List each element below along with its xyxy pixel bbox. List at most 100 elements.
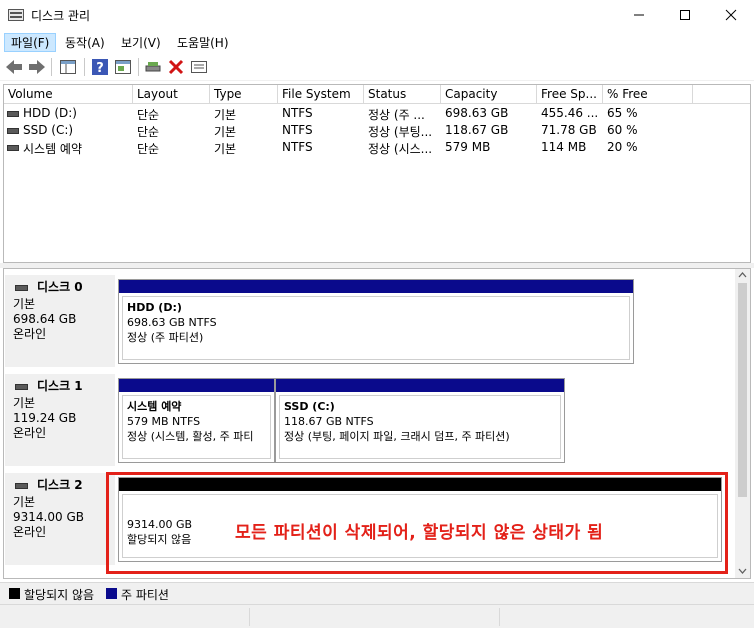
disk-type: 기본 <box>13 495 36 509</box>
table-row[interactable]: 시스템 예약 단순 기본 NTFS 정상 (시스... 579 MB 114 M… <box>4 139 750 156</box>
column-header-type[interactable]: Type <box>210 85 278 104</box>
partition-size: 118.67 GB NTFS <box>284 415 374 428</box>
close-button[interactable] <box>708 0 754 30</box>
disk-row: 디스크 1 기본 119.24 GB 온라인 시스템 예약 579 MB NTF… <box>4 370 735 466</box>
volume-type: 기본 <box>214 142 237 156</box>
back-arrow-icon[interactable] <box>4 57 24 77</box>
disk-icon <box>15 285 28 291</box>
volume-layout: 단순 <box>137 108 160 122</box>
volume-icon <box>7 111 19 117</box>
volume-percent-free: 65 % <box>607 106 638 120</box>
disk-state: 온라인 <box>13 525 47 539</box>
partition-status: 정상 (부팅, 페이지 파일, 크래시 덤프, 주 파티션) <box>284 430 510 443</box>
column-header-capacity[interactable]: Capacity <box>441 85 537 104</box>
table-row[interactable]: SSD (C:) 단순 기본 NTFS 정상 (부팅... 118.67 GB … <box>4 122 750 139</box>
disk-size: 119.24 GB <box>13 411 77 425</box>
minimize-icon <box>634 14 644 16</box>
menu-view[interactable]: 보기(V) <box>115 33 167 52</box>
show-hide-console-tree-icon[interactable] <box>58 57 78 77</box>
action-pane-icon[interactable] <box>113 57 133 77</box>
help-icon[interactable]: ? <box>90 57 110 77</box>
status-cell <box>250 608 500 626</box>
partition-name: HDD (D:) <box>127 301 182 314</box>
volume-free-space: 114 MB <box>541 140 587 154</box>
column-header-filler <box>693 85 750 104</box>
menu-file[interactable]: 파일(F) <box>4 33 57 52</box>
volume-status: 정상 (부팅... <box>368 125 433 139</box>
legend-primary-label: 주 파티션 <box>121 588 169 602</box>
volume-list: Volume Layout Type File System Status Ca… <box>3 84 751 263</box>
disk-row: 디스크 0 기본 698.64 GB 온라인 HDD (D:) 698.63 G… <box>4 271 735 367</box>
volume-name: HDD (D:) <box>23 106 77 120</box>
legend-unallocated-swatch <box>9 588 20 599</box>
legend-unallocated-label: 할당되지 않음 <box>24 588 95 602</box>
disk-state: 온라인 <box>13 426 47 440</box>
volume-name: 시스템 예약 <box>23 142 83 156</box>
volume-capacity: 118.67 GB <box>445 123 509 137</box>
volume-percent-free: 60 % <box>607 123 638 137</box>
volume-percent-free: 20 % <box>607 140 638 154</box>
menu-bar: 파일(F) 동작(A) 보기(V) 도움말(H) <box>0 31 754 53</box>
primary-partition-bar <box>119 379 274 392</box>
window-title: 디스크 관리 <box>31 9 91 23</box>
volume-status: 정상 (시스... <box>368 142 433 156</box>
disk-icon <box>15 483 28 489</box>
table-row[interactable]: HDD (D:) 단순 기본 NTFS 정상 (주 ... 698.63 GB … <box>4 105 750 122</box>
partition-size: 698.63 GB NTFS <box>127 316 217 329</box>
volume-file-system: NTFS <box>282 123 313 137</box>
scroll-up-arrow-icon[interactable] <box>738 272 747 278</box>
toolbar-separator <box>138 58 139 76</box>
volume-name: SSD (C:) <box>23 123 74 137</box>
properties-icon[interactable] <box>189 57 209 77</box>
disk-type: 기본 <box>13 396 36 410</box>
disk-state: 온라인 <box>13 327 47 341</box>
scrollbar-thumb[interactable] <box>738 283 747 497</box>
disk-management-app-icon <box>8 9 24 21</box>
volume-layout: 단순 <box>137 125 160 139</box>
scroll-down-arrow-icon[interactable] <box>738 568 747 574</box>
toolbar-separator <box>84 58 85 76</box>
minimize-button[interactable] <box>616 0 662 30</box>
legend-primary-swatch <box>106 588 117 599</box>
primary-partition-bar <box>276 379 564 392</box>
column-header-layout[interactable]: Layout <box>133 85 210 104</box>
maximize-button[interactable] <box>662 0 708 30</box>
volume-type: 기본 <box>214 108 237 122</box>
volume-free-space: 455.46 ... <box>541 106 599 120</box>
menu-help[interactable]: 도움말(H) <box>171 33 235 52</box>
partition-ssd-c[interactable]: SSD (C:) 118.67 GB NTFS 정상 (부팅, 페이지 파일, … <box>275 378 565 463</box>
delete-icon[interactable] <box>166 57 186 77</box>
partition-status: 정상 (주 파티션) <box>127 331 204 344</box>
column-header-percent-free[interactable]: % Free <box>603 85 693 104</box>
disk-size: 698.64 GB <box>13 312 77 326</box>
menu-action[interactable]: 동작(A) <box>59 33 111 52</box>
disk-label[interactable]: 디스크 0 기본 698.64 GB 온라인 <box>5 275 115 367</box>
close-icon <box>725 9 737 21</box>
column-header-volume[interactable]: Volume <box>4 85 133 104</box>
volume-free-space: 71.78 GB <box>541 123 597 137</box>
volume-capacity: 579 MB <box>445 140 491 154</box>
disk-label[interactable]: 디스크 1 기본 119.24 GB 온라인 <box>5 374 115 466</box>
disk-type: 기본 <box>13 297 36 311</box>
volume-file-system: NTFS <box>282 106 313 120</box>
volume-file-system: NTFS <box>282 140 313 154</box>
primary-partition-bar <box>119 280 633 293</box>
partition-name: 시스템 예약 <box>127 400 182 413</box>
column-header-status[interactable]: Status <box>364 85 441 104</box>
disk-label[interactable]: 디스크 2 기본 9314.00 GB 온라인 <box>5 473 115 565</box>
legend-bar: 할당되지 않음 주 파티션 <box>0 582 754 604</box>
partition-system-reserved[interactable]: 시스템 예약 579 MB NTFS 정상 (시스템, 활성, 주 파티 <box>118 378 275 463</box>
partition-hdd-d[interactable]: HDD (D:) 698.63 GB NTFS 정상 (주 파티션) <box>118 279 634 364</box>
column-header-free-space[interactable]: Free Sp... <box>537 85 603 104</box>
column-header-file-system[interactable]: File System <box>278 85 364 104</box>
disk-name: 디스크 2 <box>37 478 83 492</box>
status-bar <box>0 604 754 628</box>
vertical-scrollbar[interactable] <box>735 269 750 578</box>
disk-name: 디스크 1 <box>37 379 83 393</box>
forward-arrow-icon[interactable] <box>27 57 47 77</box>
connect-disk-icon[interactable] <box>143 57 163 77</box>
title-bar: 디스크 관리 <box>0 0 754 31</box>
toolbar: ? <box>0 53 754 81</box>
toolbar-separator <box>51 58 52 76</box>
partition-name: SSD (C:) <box>284 400 335 413</box>
